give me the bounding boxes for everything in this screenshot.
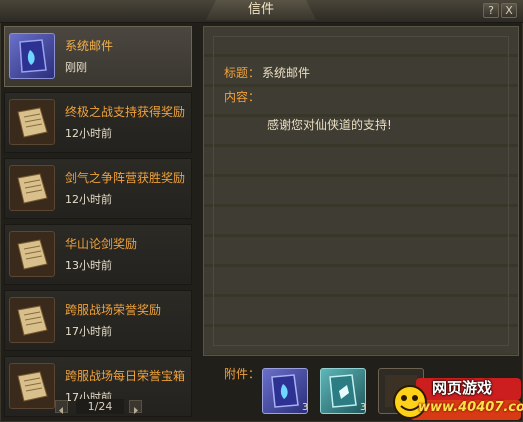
mail-item[interactable]: 跨服战场荣誉奖励 17小时前 xyxy=(4,290,192,351)
attachments-label: 附件： xyxy=(224,367,261,381)
scroll-letter-icon xyxy=(9,165,55,211)
page-indicator: 1/24 xyxy=(76,399,124,414)
blue-spellbook-icon xyxy=(271,374,299,408)
mail-item-title: 跨服战场荣誉奖励 xyxy=(65,303,162,317)
watermark-text: 网页游戏 xyxy=(432,379,493,397)
attachment-count: 3 xyxy=(302,402,309,413)
mail-item-title: 终极之战支持获得奖励 xyxy=(65,105,186,119)
blue-envelope-icon xyxy=(9,33,55,79)
scroll-letter-icon xyxy=(9,231,55,277)
prev-page-button[interactable] xyxy=(55,400,68,414)
mail-item-title: 剑气之争阵营获胜奖励 xyxy=(65,171,186,185)
mail-item[interactable]: 华山论剑奖励 13小时前 xyxy=(4,224,192,285)
panel-border xyxy=(213,36,509,346)
window-title: 信件 xyxy=(247,2,274,17)
mail-item-title: 跨服战场每日荣誉宝箱 xyxy=(65,369,186,383)
mail-item[interactable]: 剑气之争阵营获胜奖励 12小时前 xyxy=(4,158,192,219)
mail-item-title: 系统邮件 xyxy=(65,39,114,53)
title-label: 标题： xyxy=(224,66,261,80)
mail-item-time: 刚刚 xyxy=(65,61,87,74)
mail-title-value: 系统邮件 xyxy=(262,66,311,80)
watermark-url: www.40407.com xyxy=(418,400,523,415)
help-button[interactable]: ? xyxy=(483,3,499,18)
chevron-left-icon xyxy=(59,407,63,414)
mail-item-time: 17小时前 xyxy=(65,325,112,338)
next-page-button[interactable] xyxy=(129,400,142,414)
mail-item-time: 12小时前 xyxy=(65,127,112,140)
mail-item[interactable]: 系统邮件 刚刚 xyxy=(4,26,192,87)
attachment-count: 3 xyxy=(360,402,367,413)
scroll-letter-icon xyxy=(9,99,55,145)
scroll-letter-icon xyxy=(9,363,55,409)
mail-item[interactable]: 终极之战支持获得奖励 12小时前 xyxy=(4,92,192,153)
scroll-letter-icon xyxy=(9,297,55,343)
content-label: 内容： xyxy=(224,90,261,104)
chevron-right-icon xyxy=(134,407,138,414)
teal-spellbook-icon xyxy=(329,374,357,408)
mail-body: 感谢您对仙侠道的支持! xyxy=(267,118,392,132)
close-button[interactable]: X xyxy=(501,3,517,18)
mail-item-time: 13小时前 xyxy=(65,259,112,272)
mail-item-title: 华山论剑奖励 xyxy=(65,237,138,251)
mail-item-time: 12小时前 xyxy=(65,193,112,206)
